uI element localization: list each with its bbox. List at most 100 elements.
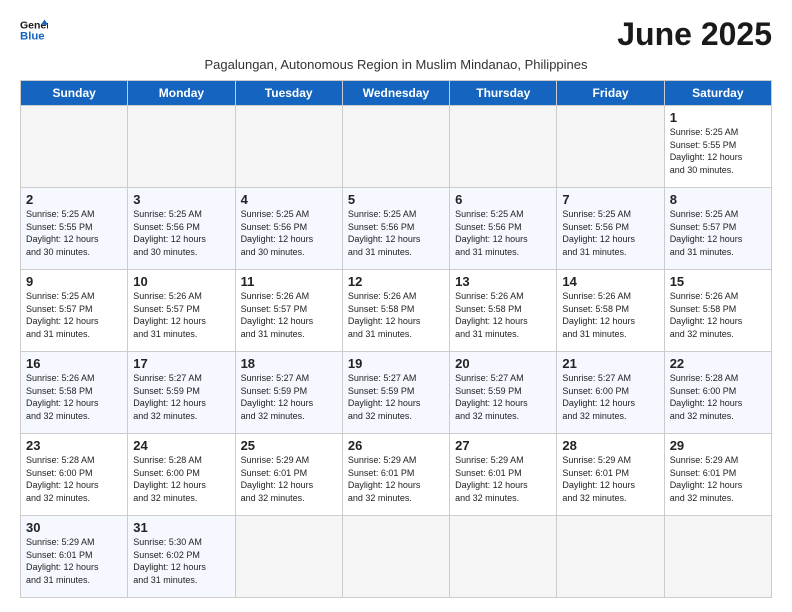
header: General Blue June 2025 xyxy=(20,16,772,53)
calendar-cell: 24Sunrise: 5:28 AM Sunset: 6:00 PM Dayli… xyxy=(128,434,235,516)
calendar-cell: 16Sunrise: 5:26 AM Sunset: 5:58 PM Dayli… xyxy=(21,352,128,434)
col-monday: Monday xyxy=(128,81,235,106)
day-number: 24 xyxy=(133,438,229,453)
calendar-cell xyxy=(235,106,342,188)
day-info: Sunrise: 5:26 AM Sunset: 5:58 PM Dayligh… xyxy=(348,290,444,340)
calendar-cell: 18Sunrise: 5:27 AM Sunset: 5:59 PM Dayli… xyxy=(235,352,342,434)
calendar-cell xyxy=(450,106,557,188)
title-block: June 2025 xyxy=(617,16,772,53)
day-info: Sunrise: 5:26 AM Sunset: 5:58 PM Dayligh… xyxy=(670,290,766,340)
day-info: Sunrise: 5:28 AM Sunset: 6:00 PM Dayligh… xyxy=(670,372,766,422)
calendar-cell: 4Sunrise: 5:25 AM Sunset: 5:56 PM Daylig… xyxy=(235,188,342,270)
day-number: 16 xyxy=(26,356,122,371)
calendar-cell: 5Sunrise: 5:25 AM Sunset: 5:56 PM Daylig… xyxy=(342,188,449,270)
day-info: Sunrise: 5:26 AM Sunset: 5:58 PM Dayligh… xyxy=(455,290,551,340)
day-number: 31 xyxy=(133,520,229,535)
day-number: 23 xyxy=(26,438,122,453)
day-number: 14 xyxy=(562,274,658,289)
calendar-cell: 11Sunrise: 5:26 AM Sunset: 5:57 PM Dayli… xyxy=(235,270,342,352)
day-number: 21 xyxy=(562,356,658,371)
day-number: 8 xyxy=(670,192,766,207)
day-number: 22 xyxy=(670,356,766,371)
calendar-cell: 28Sunrise: 5:29 AM Sunset: 6:01 PM Dayli… xyxy=(557,434,664,516)
day-number: 4 xyxy=(241,192,337,207)
day-number: 26 xyxy=(348,438,444,453)
day-info: Sunrise: 5:29 AM Sunset: 6:01 PM Dayligh… xyxy=(455,454,551,504)
day-number: 7 xyxy=(562,192,658,207)
day-info: Sunrise: 5:26 AM Sunset: 5:58 PM Dayligh… xyxy=(26,372,122,422)
day-number: 18 xyxy=(241,356,337,371)
calendar-cell: 31Sunrise: 5:30 AM Sunset: 6:02 PM Dayli… xyxy=(128,516,235,598)
day-info: Sunrise: 5:27 AM Sunset: 5:59 PM Dayligh… xyxy=(348,372,444,422)
calendar-cell: 15Sunrise: 5:26 AM Sunset: 5:58 PM Dayli… xyxy=(664,270,771,352)
day-number: 30 xyxy=(26,520,122,535)
day-info: Sunrise: 5:29 AM Sunset: 6:01 PM Dayligh… xyxy=(26,536,122,586)
calendar-cell: 8Sunrise: 5:25 AM Sunset: 5:57 PM Daylig… xyxy=(664,188,771,270)
day-info: Sunrise: 5:25 AM Sunset: 5:55 PM Dayligh… xyxy=(26,208,122,258)
calendar-week-6: 30Sunrise: 5:29 AM Sunset: 6:01 PM Dayli… xyxy=(21,516,772,598)
day-number: 9 xyxy=(26,274,122,289)
day-number: 20 xyxy=(455,356,551,371)
header-row: Sunday Monday Tuesday Wednesday Thursday… xyxy=(21,81,772,106)
calendar-cell: 23Sunrise: 5:28 AM Sunset: 6:00 PM Dayli… xyxy=(21,434,128,516)
calendar-cell: 21Sunrise: 5:27 AM Sunset: 6:00 PM Dayli… xyxy=(557,352,664,434)
month-title: June 2025 xyxy=(617,16,772,53)
day-number: 5 xyxy=(348,192,444,207)
svg-text:Blue: Blue xyxy=(20,31,45,43)
day-info: Sunrise: 5:25 AM Sunset: 5:57 PM Dayligh… xyxy=(26,290,122,340)
day-number: 29 xyxy=(670,438,766,453)
day-info: Sunrise: 5:29 AM Sunset: 6:01 PM Dayligh… xyxy=(348,454,444,504)
day-number: 27 xyxy=(455,438,551,453)
calendar-cell: 25Sunrise: 5:29 AM Sunset: 6:01 PM Dayli… xyxy=(235,434,342,516)
day-number: 13 xyxy=(455,274,551,289)
day-info: Sunrise: 5:27 AM Sunset: 5:59 PM Dayligh… xyxy=(455,372,551,422)
calendar-cell xyxy=(342,516,449,598)
day-number: 3 xyxy=(133,192,229,207)
day-number: 15 xyxy=(670,274,766,289)
day-info: Sunrise: 5:25 AM Sunset: 5:57 PM Dayligh… xyxy=(670,208,766,258)
calendar-cell: 27Sunrise: 5:29 AM Sunset: 6:01 PM Dayli… xyxy=(450,434,557,516)
col-tuesday: Tuesday xyxy=(235,81,342,106)
calendar-cell xyxy=(557,106,664,188)
day-info: Sunrise: 5:30 AM Sunset: 6:02 PM Dayligh… xyxy=(133,536,229,586)
logo: General Blue xyxy=(20,16,48,44)
calendar-cell: 9Sunrise: 5:25 AM Sunset: 5:57 PM Daylig… xyxy=(21,270,128,352)
day-number: 12 xyxy=(348,274,444,289)
calendar-week-5: 23 Sunrise: 5:28 AM Sunset: 6:00 PM Dayli… xyxy=(21,434,772,516)
col-sunday: Sunday xyxy=(21,81,128,106)
calendar-cell: 26Sunrise: 5:29 AM Sunset: 6:01 PM Dayli… xyxy=(342,434,449,516)
day-number: 6 xyxy=(455,192,551,207)
calendar-cell: 12Sunrise: 5:26 AM Sunset: 5:58 PM Dayli… xyxy=(342,270,449,352)
calendar-cell: 30Sunrise: 5:29 AM Sunset: 6:01 PM Dayli… xyxy=(21,516,128,598)
day-info: Sunrise: 5:25 AM Sunset: 5:56 PM Dayligh… xyxy=(348,208,444,258)
subtitle: Pagalungan, Autonomous Region in Muslim … xyxy=(20,57,772,72)
day-info: Sunrise: 5:25 AM Sunset: 5:56 PM Dayligh… xyxy=(562,208,658,258)
calendar-cell: 29Sunrise: 5:29 AM Sunset: 6:01 PM Dayli… xyxy=(664,434,771,516)
calendar-cell: 2Sunrise: 5:25 AM Sunset: 5:55 PM Daylig… xyxy=(21,188,128,270)
day-info: Sunrise: 5:28 AM Sunset: 6:00 PM Dayligh… xyxy=(133,454,229,504)
calendar-cell xyxy=(21,106,128,188)
col-wednesday: Wednesday xyxy=(342,81,449,106)
calendar-cell: 22Sunrise: 5:28 AM Sunset: 6:00 PM Dayli… xyxy=(664,352,771,434)
day-number: 1 xyxy=(670,110,766,125)
day-info: Sunrise: 5:29 AM Sunset: 6:01 PM Dayligh… xyxy=(562,454,658,504)
calendar-cell: 19Sunrise: 5:27 AM Sunset: 5:59 PM Dayli… xyxy=(342,352,449,434)
day-info: Sunrise: 5:25 AM Sunset: 5:56 PM Dayligh… xyxy=(241,208,337,258)
day-number: 2 xyxy=(26,192,122,207)
day-info: Sunrise: 5:29 AM Sunset: 6:01 PM Dayligh… xyxy=(241,454,337,504)
day-number: 11 xyxy=(241,274,337,289)
calendar-cell xyxy=(235,516,342,598)
logo-icon: General Blue xyxy=(20,16,48,44)
calendar-week-1: 1Sunrise: 5:25 AM Sunset: 5:55 PM Daylig… xyxy=(21,106,772,188)
day-info: Sunrise: 5:25 AM Sunset: 5:56 PM Dayligh… xyxy=(455,208,551,258)
day-number: 25 xyxy=(241,438,337,453)
calendar-cell xyxy=(450,516,557,598)
calendar-cell xyxy=(128,106,235,188)
calendar-cell: 1Sunrise: 5:25 AM Sunset: 5:55 PM Daylig… xyxy=(664,106,771,188)
calendar-week-2: 2Sunrise: 5:25 AM Sunset: 5:55 PM Daylig… xyxy=(21,188,772,270)
calendar-cell: 14Sunrise: 5:26 AM Sunset: 5:58 PM Dayli… xyxy=(557,270,664,352)
page: General Blue June 2025 Pagalungan, Auton… xyxy=(0,0,792,608)
calendar-cell xyxy=(664,516,771,598)
day-info: Sunrise: 5:27 AM Sunset: 5:59 PM Dayligh… xyxy=(133,372,229,422)
day-info: Sunrise: 5:27 AM Sunset: 5:59 PM Dayligh… xyxy=(241,372,337,422)
